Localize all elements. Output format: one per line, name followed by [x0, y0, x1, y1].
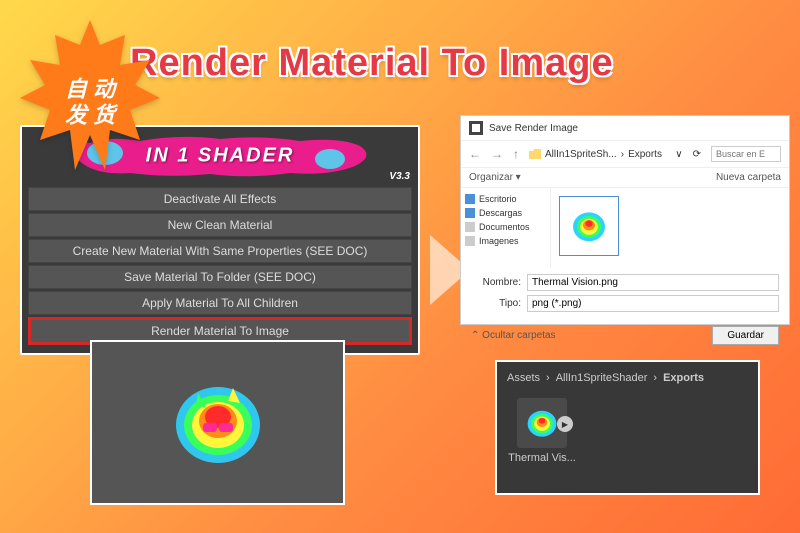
unity-breadcrumb[interactable]: Assets› AllIn1SpriteShader› Exports — [507, 372, 748, 384]
sidebar-item-downloads[interactable]: Descargas — [465, 206, 546, 220]
dialog-sidebar: Escritorio Descargas Documentos Imagenes — [461, 188, 551, 268]
dialog-app-icon — [469, 121, 483, 135]
nav-forward-icon[interactable]: → — [491, 147, 503, 161]
unity-asset-item[interactable]: ▶ Thermal Vis... — [507, 398, 577, 464]
search-input[interactable] — [711, 146, 781, 162]
sidebar-item-images[interactable]: Imagenes — [465, 234, 546, 248]
sidebar-item-desktop[interactable]: Escritorio — [465, 192, 546, 206]
address-bar[interactable]: AllIn1SpriteSh...› Exports ∨ — [529, 149, 683, 160]
filename-label: Nombre: — [471, 277, 521, 288]
menu-deactivate-effects[interactable]: Deactivate All Effects — [28, 187, 412, 211]
page-title: Render Material To Image — [130, 42, 614, 85]
dialog-titlebar: Save Render Image — [461, 116, 789, 141]
dialog-title-text: Save Render Image — [489, 123, 578, 134]
unity-project-panel: Assets› AllIn1SpriteShader› Exports ▶ Th… — [495, 360, 760, 495]
menu-new-clean-material[interactable]: New Clean Material — [28, 213, 412, 237]
badge-text: 自 动发 货 — [65, 76, 115, 129]
asset-thumbnail-icon — [524, 405, 560, 441]
filetype-select[interactable] — [527, 295, 779, 312]
sidebar-item-documents[interactable]: Documentos — [465, 220, 546, 234]
menu-apply-all-children[interactable]: Apply Material To All Children — [28, 291, 412, 315]
nav-up-icon[interactable]: ↑ — [513, 147, 519, 161]
shader-logo-text: IN 1 SHADER — [146, 145, 295, 168]
filetype-label: Tipo: — [471, 298, 521, 309]
asset-label: Thermal Vis... — [508, 452, 576, 464]
shader-version: V3.3 — [389, 171, 410, 182]
collapse-folders[interactable]: ⌃ Ocultar carpetas — [471, 330, 556, 341]
file-thumbnail[interactable] — [559, 196, 619, 256]
refresh-icon[interactable]: ⟳ — [693, 149, 701, 160]
sprite-preview-panel — [90, 340, 345, 505]
nav-back-icon[interactable]: ← — [469, 147, 481, 161]
menu-create-new-material[interactable]: Create New Material With Same Properties… — [28, 239, 412, 263]
auto-ship-badge: 自 动发 货 — [20, 20, 160, 185]
menu-save-material-folder[interactable]: Save Material To Folder (SEE DOC) — [28, 265, 412, 289]
organize-button[interactable]: Organizar ▾ — [469, 172, 521, 183]
folder-icon — [529, 149, 541, 159]
save-file-dialog: Save Render Image ← → ↑ AllIn1SpriteSh..… — [460, 115, 790, 325]
thermal-sprite-icon — [168, 373, 268, 473]
save-button[interactable]: Guardar — [712, 326, 779, 345]
new-folder-button[interactable]: Nueva carpeta — [716, 172, 781, 183]
filename-input[interactable] — [527, 274, 779, 291]
dialog-file-area[interactable] — [551, 188, 789, 268]
play-icon: ▶ — [557, 416, 573, 432]
dialog-nav: ← → ↑ AllIn1SpriteSh...› Exports ∨ ⟳ — [461, 141, 789, 168]
